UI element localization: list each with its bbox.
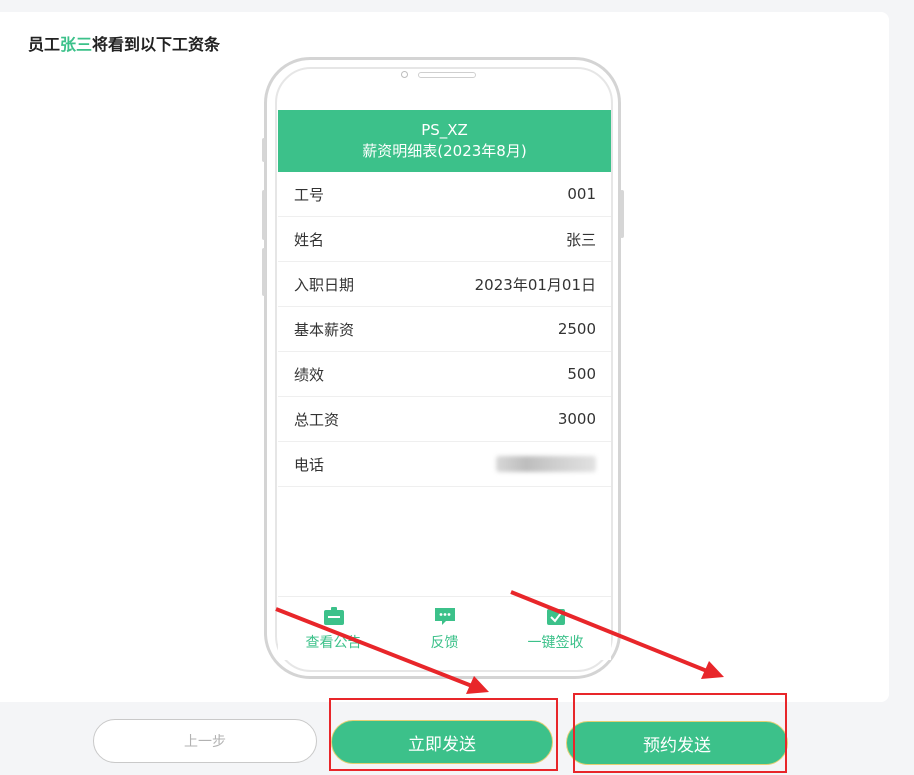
row-label: 电话 — [294, 455, 325, 474]
phone-side-button — [620, 190, 624, 238]
company-name: PS_XZ — [421, 121, 468, 139]
phone-side-button — [262, 138, 266, 162]
phone-side-button — [262, 248, 266, 296]
payslip-row-performance: 绩效 500 — [278, 352, 611, 397]
sign-receipt-icon — [545, 606, 567, 626]
row-value: 3000 — [557, 410, 596, 428]
row-value: 001 — [567, 185, 596, 203]
row-label: 总工资 — [294, 410, 340, 429]
payslip-title: 薪资明细表(2023年8月) — [362, 142, 527, 160]
feedback-chat-icon — [433, 606, 457, 626]
blurred-phone-value — [496, 456, 596, 472]
payslip-row-base-salary: 基本薪资 2500 — [278, 307, 611, 352]
row-value: 2023年01月01日 — [474, 275, 596, 294]
heading-prefix: 员工 — [28, 35, 61, 54]
payslip-row-employee-id: 工号 001 — [278, 172, 611, 217]
row-label: 基本薪资 — [294, 320, 355, 339]
phone-tab-bar: 查看公告 反馈 一键签收 — [278, 596, 611, 660]
tab-label: 一键签收 — [527, 635, 584, 651]
previous-step-button[interactable]: 上一步 — [93, 719, 317, 763]
payslip-header: PS_XZ 薪资明细表(2023年8月) — [278, 110, 611, 172]
tab-label: 查看公告 — [305, 635, 362, 651]
row-label: 绩效 — [294, 365, 325, 384]
payslip-row-name: 姓名 张三 — [278, 217, 611, 262]
payslip-row-phone: 电话 — [278, 442, 611, 487]
employee-name: 张三 — [60, 35, 93, 54]
tab-feedback[interactable]: 反馈 — [389, 597, 500, 660]
row-value: 2500 — [557, 320, 596, 338]
tab-one-click-sign[interactable]: 一键签收 — [500, 597, 611, 660]
highlight-box-send-now — [329, 698, 558, 771]
camera-icon — [401, 71, 408, 78]
payslip-rows: 工号 001 姓名 张三 入职日期 2023年01月01日 基本薪资 2500 … — [278, 172, 611, 487]
row-value: 张三 — [565, 230, 596, 249]
tab-announcements[interactable]: 查看公告 — [278, 597, 389, 660]
row-label: 工号 — [294, 185, 325, 204]
highlight-box-schedule-send — [573, 693, 787, 773]
row-value: 500 — [567, 365, 596, 383]
payslip-row-hire-date: 入职日期 2023年01月01日 — [278, 262, 611, 307]
speaker-grille — [418, 72, 476, 78]
announcement-icon — [323, 606, 345, 626]
page-heading: 员工张三将看到以下工资条 — [28, 31, 220, 55]
payslip-row-total-salary: 总工资 3000 — [278, 397, 611, 442]
phone-side-button — [262, 190, 266, 240]
tab-label: 反馈 — [430, 635, 459, 651]
row-label: 姓名 — [294, 230, 325, 249]
heading-suffix: 将看到以下工资条 — [92, 35, 221, 54]
phone-screen: PS_XZ 薪资明细表(2023年8月) 工号 001 姓名 张三 入职日期 2… — [278, 110, 611, 670]
row-label: 入职日期 — [294, 275, 355, 294]
